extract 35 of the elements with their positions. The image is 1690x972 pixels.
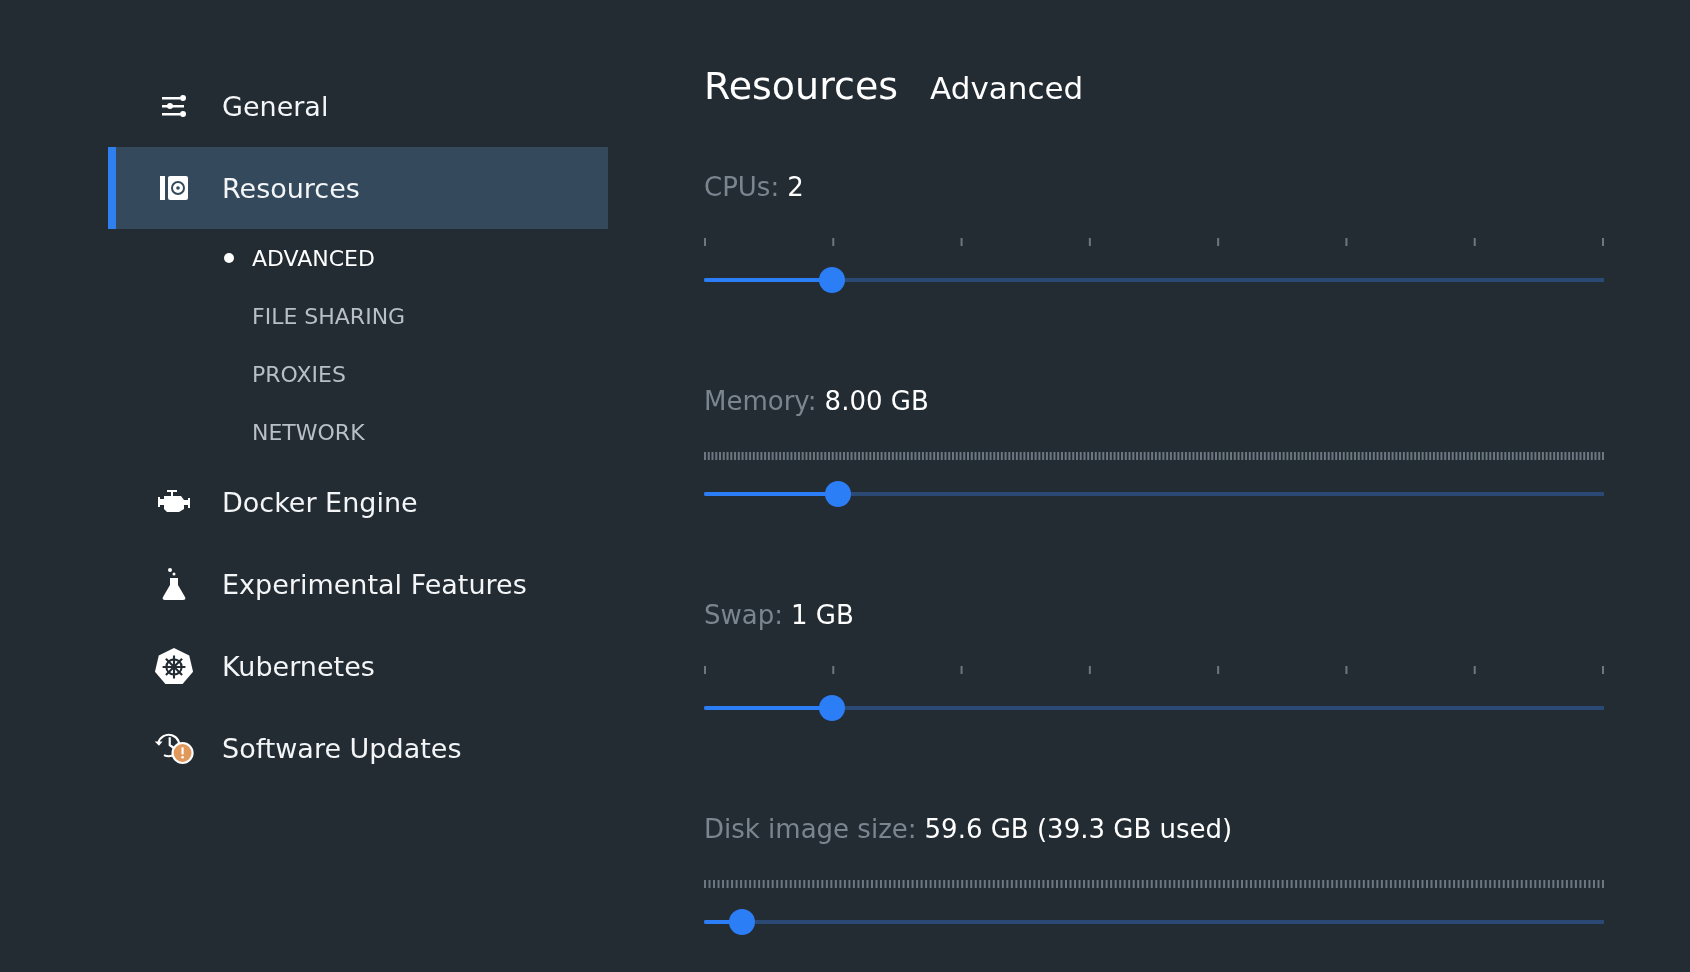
sidebar-label: Kubernetes	[222, 650, 375, 682]
sidebar-item[interactable]: Software Updates	[108, 707, 608, 789]
tab[interactable]: Advanced	[930, 70, 1084, 106]
setting-value: 8.00 GB	[824, 386, 929, 416]
helm-wheel-icon	[154, 646, 194, 686]
sidebar-label: Docker Engine	[222, 486, 418, 518]
sidebar-label: General	[222, 90, 329, 122]
tab[interactable]: Resources	[704, 64, 899, 108]
sidebar-item[interactable]: General	[108, 65, 608, 147]
setting-label: CPUs:	[704, 172, 780, 202]
setting-value: 2	[787, 172, 804, 202]
sidebar-item[interactable]: Experimental Features	[108, 543, 608, 625]
subnav-link[interactable]: ADVANCED	[252, 245, 375, 271]
setting-label: Swap:	[704, 600, 783, 630]
setting-value: 1 GB	[790, 600, 854, 630]
setting-value: 59.6 GB (39.3 GB used)	[924, 814, 1233, 844]
slider-thumb[interactable]	[825, 481, 852, 507]
slider-thumb[interactable]	[728, 909, 755, 935]
sidebar-label: Experimental Features	[222, 568, 527, 600]
sidebar-label: Resources	[222, 172, 360, 204]
subnav-link[interactable]: NETWORK	[252, 419, 365, 445]
engine-icon	[157, 489, 191, 515]
flask-icon	[160, 567, 188, 601]
setting-label: Disk image size:	[704, 814, 917, 844]
slider-thumb[interactable]	[819, 695, 846, 721]
sidebar-item[interactable]: Resources	[108, 147, 608, 229]
slider-thumb[interactable]	[819, 267, 846, 293]
sidebar-item[interactable]: Docker Engine	[108, 461, 608, 543]
setting-label: Memory:	[704, 386, 817, 416]
disk-icon	[159, 175, 189, 201]
sidebar-label: Software Updates	[222, 732, 462, 764]
subnav-link[interactable]: PROXIES	[252, 361, 346, 387]
sidebar-item[interactable]: Kubernetes	[108, 625, 608, 707]
subnav-link[interactable]: FILE SHARING	[252, 303, 406, 329]
sliders-icon	[160, 94, 188, 118]
